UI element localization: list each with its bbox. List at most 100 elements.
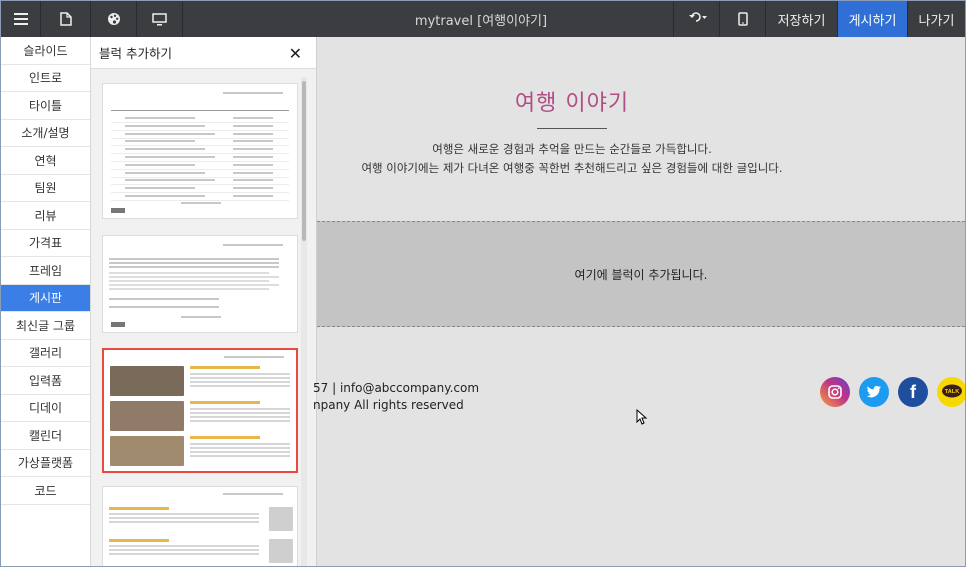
thumb-row-line xyxy=(111,192,289,194)
block-thumbnail-board-faq[interactable] xyxy=(102,235,298,333)
twitter-icon[interactable] xyxy=(859,377,889,407)
footer-contact[interactable]: 57 | info@abccompany.com xyxy=(313,381,479,395)
thumb-faq-body xyxy=(109,272,269,274)
block-category-list: 슬라이드 인트로 타이틀 소개/설명 연혁 팀원 리뷰 가격표 프레임 게시판 최신글 그룹 갤러리 입… xyxy=(1,37,91,566)
thumb-post-text xyxy=(190,447,290,449)
thumb-post-title xyxy=(109,539,169,542)
close-icon[interactable]: ✕ xyxy=(289,44,302,63)
category-item[interactable]: 팀원 xyxy=(1,175,90,202)
thumb-post-title xyxy=(190,436,260,439)
thumb-row-text xyxy=(125,171,205,174)
thumb-row-text xyxy=(125,187,195,190)
thumb-row-line xyxy=(111,168,289,170)
thumb-row-line xyxy=(111,153,289,155)
category-item[interactable]: 갤러리 xyxy=(1,340,90,367)
thumb-row-meta xyxy=(233,132,273,135)
category-item[interactable]: 가격표 xyxy=(1,230,90,257)
thumb-row-line xyxy=(111,137,289,139)
facebook-icon[interactable]: f xyxy=(898,377,928,407)
svg-text:TALK: TALK xyxy=(945,389,960,395)
editor-window: mytravel [여행이야기] 저장하기 게시하기 나가기 슬라이드 인트로 타이… xyxy=(0,0,966,567)
thumb-row-line xyxy=(111,176,289,178)
block-thumbnail-board-gallery[interactable] xyxy=(102,348,298,473)
thumb-row-meta xyxy=(233,195,273,197)
thumb-faq-text xyxy=(109,262,279,264)
thumb-post-image xyxy=(110,436,184,466)
thumb-table-header-line xyxy=(111,110,289,111)
block-dropzone[interactable]: 여기에 블럭이 추가됩니다. xyxy=(317,221,965,327)
block-thumbnail-board-compact[interactable] xyxy=(102,486,298,566)
thumb-post-text xyxy=(190,385,290,387)
category-item[interactable]: 최신글 그룹 xyxy=(1,312,90,340)
thumb-post-text xyxy=(109,553,259,555)
hamburger-icon[interactable] xyxy=(1,1,41,37)
thumb-post-text xyxy=(190,420,290,422)
publish-button[interactable]: 게시하기 xyxy=(837,1,907,37)
footer-copyright[interactable]: npany All rights reserved xyxy=(313,398,464,412)
category-item[interactable]: 프레임 xyxy=(1,257,90,285)
document-icon[interactable] xyxy=(41,1,91,37)
dropzone-label: 여기에 블럭이 추가됩니다. xyxy=(574,267,708,282)
undo-dropdown[interactable] xyxy=(673,1,719,37)
block-thumbnail-board-table[interactable] xyxy=(102,83,298,219)
intro-text-line-1[interactable]: 여행은 새로운 경험과 추억을 만드는 순간들로 가득합니다. xyxy=(317,141,827,157)
category-item[interactable]: 리뷰 xyxy=(1,202,90,230)
thumb-row-text xyxy=(125,132,215,135)
thumb-post-image xyxy=(110,366,184,396)
section-title[interactable]: 여행 이야기 xyxy=(317,85,827,117)
mouse-cursor xyxy=(636,408,648,429)
category-item[interactable]: 인트로 xyxy=(1,65,90,92)
category-item[interactable]: 게시판 xyxy=(1,284,90,312)
thumb-post-text xyxy=(109,549,259,551)
monitor-icon[interactable] xyxy=(137,1,183,37)
thumb-faq-body xyxy=(109,284,279,286)
thumb-faq-body xyxy=(109,288,269,290)
thumb-post-text xyxy=(190,373,290,375)
category-item[interactable]: 가상플랫폼 xyxy=(1,450,90,477)
category-item[interactable]: 코드 xyxy=(1,477,90,505)
thumb-row-text xyxy=(125,163,195,166)
panel-scrollbar-thumb[interactable] xyxy=(302,81,306,241)
thumb-post-title xyxy=(190,401,260,404)
save-button[interactable]: 저장하기 xyxy=(765,1,837,37)
thumb-row-text xyxy=(125,117,195,119)
category-item[interactable]: 타이틀 xyxy=(1,92,90,120)
kakaotalk-icon[interactable]: TALK xyxy=(937,377,965,407)
page-title: mytravel [여행이야기] xyxy=(414,13,548,29)
thumb-post-text xyxy=(190,377,290,379)
thumb-post-text xyxy=(190,451,290,453)
thumb-faq-body xyxy=(109,280,269,282)
palette-icon[interactable] xyxy=(91,1,137,37)
instagram-icon[interactable] xyxy=(820,377,850,407)
exit-button[interactable]: 나가기 xyxy=(907,1,965,37)
thumb-faq-text xyxy=(109,266,279,268)
thumb-post-text xyxy=(109,545,259,547)
thumb-row-line xyxy=(111,122,289,123)
thumb-row-line xyxy=(111,161,289,162)
category-item[interactable]: 캘린더 xyxy=(1,422,90,450)
category-item[interactable]: 슬라이드 xyxy=(1,37,90,65)
mobile-icon[interactable] xyxy=(719,1,765,37)
thumb-faq-text xyxy=(109,306,219,308)
thumb-post-image xyxy=(269,539,293,563)
thumb-search-bar xyxy=(224,356,284,358)
thumb-row-text xyxy=(125,195,205,197)
thumb-post-text xyxy=(190,412,290,414)
page-canvas: 여행 이야기 여행은 새로운 경험과 추억을 만드는 순간들로 가득합니다. 여… xyxy=(313,37,965,566)
thumb-search-bar xyxy=(223,493,283,495)
thumb-row-meta xyxy=(233,179,273,182)
thumb-write-button xyxy=(111,208,125,213)
intro-text-line-2[interactable]: 여행 이야기에는 제가 다녀온 여행중 꼭한번 추천해드리고 싶은 경험들에 대… xyxy=(317,160,827,176)
thumb-post-text xyxy=(190,381,290,383)
thumb-faq-text xyxy=(109,258,279,260)
category-item[interactable]: 디데이 xyxy=(1,395,90,422)
thumb-row-meta xyxy=(233,148,273,151)
title-divider xyxy=(537,128,607,129)
category-item[interactable]: 소개/설명 xyxy=(1,120,90,147)
category-item[interactable]: 연혁 xyxy=(1,147,90,175)
thumb-post-text xyxy=(190,455,290,457)
thumb-write-button xyxy=(111,322,125,327)
thumb-row-meta xyxy=(233,187,273,190)
category-item[interactable]: 입력폼 xyxy=(1,367,90,395)
thumb-post-text xyxy=(190,416,290,418)
